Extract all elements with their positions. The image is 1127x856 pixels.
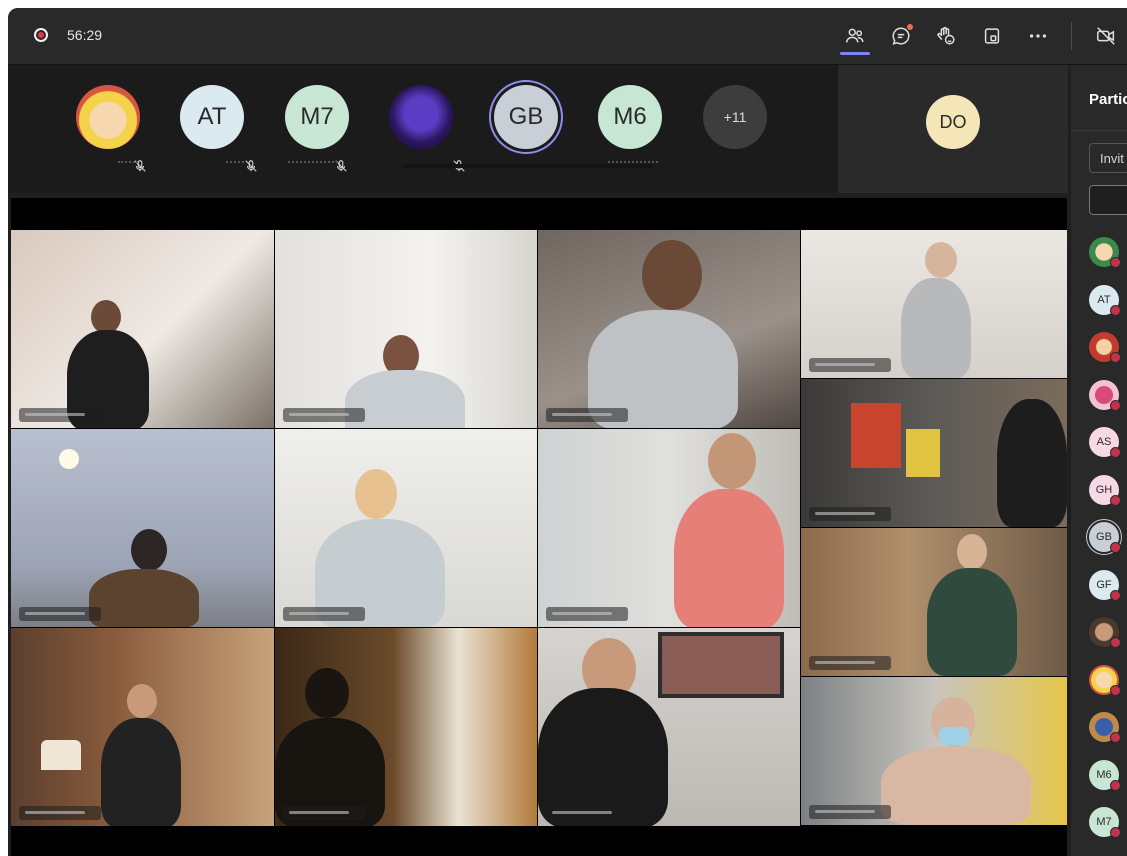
teams-meeting-window: 56:29 AT M7 GB M6 +11 DO Partic Invit AT… bbox=[8, 8, 1127, 856]
name-label bbox=[19, 408, 101, 422]
chat-notification-dot bbox=[907, 24, 913, 30]
participant-avatar-strip: AT M7 GB M6 +11 bbox=[8, 65, 838, 193]
meeting-toolbar: 56:29 bbox=[8, 8, 1127, 65]
name-label bbox=[809, 507, 891, 521]
participant-avatar[interactable]: M6 bbox=[598, 85, 662, 149]
panel-divider bbox=[1071, 130, 1127, 131]
redacted-name bbox=[226, 161, 244, 166]
participant-avatar: DO bbox=[926, 95, 980, 149]
more-participants-button[interactable]: +11 bbox=[703, 85, 767, 149]
participant-avatar-speaking[interactable]: GB bbox=[494, 85, 558, 149]
chat-icon[interactable] bbox=[889, 24, 913, 48]
name-label bbox=[283, 806, 365, 820]
sailor-moon-avatar[interactable] bbox=[76, 85, 140, 149]
participant-photo-avatar[interactable] bbox=[1089, 332, 1121, 363]
participant-avatar[interactable]: AT bbox=[1089, 285, 1121, 316]
camera-off-icon[interactable] bbox=[1094, 24, 1118, 48]
reactions-icon[interactable] bbox=[934, 24, 958, 48]
participant-avatar[interactable]: M6 bbox=[1089, 760, 1121, 791]
participant-photo-avatar[interactable] bbox=[1089, 380, 1121, 411]
name-label bbox=[546, 607, 628, 621]
participant-avatar[interactable]: AS bbox=[1089, 427, 1121, 458]
mic-muted-icon bbox=[244, 159, 260, 175]
rooms-icon[interactable] bbox=[980, 24, 1004, 48]
video-tile[interactable] bbox=[801, 528, 1067, 676]
redacted-name bbox=[608, 161, 658, 166]
participant-avatar[interactable]: AT bbox=[180, 85, 244, 149]
participant-photo-avatar[interactable] bbox=[1089, 665, 1121, 696]
name-label bbox=[809, 358, 891, 372]
video-tile[interactable] bbox=[801, 677, 1067, 825]
audio-only-participant-tile[interactable]: DO bbox=[838, 65, 1068, 193]
toolbar-divider bbox=[1071, 22, 1072, 50]
name-label bbox=[283, 607, 365, 621]
recording-indicator-icon bbox=[34, 28, 48, 42]
name-label bbox=[809, 805, 891, 819]
participant-photo-avatar[interactable] bbox=[1089, 237, 1121, 268]
video-tile[interactable] bbox=[11, 628, 274, 826]
more-icon[interactable] bbox=[1026, 24, 1050, 48]
name-label bbox=[19, 806, 101, 820]
video-tile[interactable] bbox=[801, 379, 1067, 527]
redacted-name bbox=[118, 161, 138, 166]
purple-character-avatar[interactable] bbox=[389, 85, 453, 149]
name-label bbox=[809, 656, 891, 670]
participant-photo-avatar[interactable] bbox=[1089, 712, 1121, 743]
name-label bbox=[19, 607, 101, 621]
video-tile[interactable] bbox=[275, 628, 537, 826]
name-label bbox=[546, 408, 628, 422]
participants-panel: Partic Invit AT AS GH GB GF M6 M7 bbox=[1071, 65, 1127, 856]
call-timer: 56:29 bbox=[67, 27, 103, 43]
participant-avatar[interactable]: GF bbox=[1089, 570, 1121, 601]
video-tile[interactable] bbox=[275, 429, 537, 627]
participant-avatar[interactable]: M7 bbox=[285, 85, 349, 149]
participant-avatar-selected[interactable]: GB bbox=[1089, 522, 1121, 553]
video-tile[interactable] bbox=[801, 230, 1067, 378]
video-tile[interactable] bbox=[538, 230, 800, 428]
video-tile[interactable] bbox=[538, 429, 800, 627]
participant-avatar[interactable]: M7 bbox=[1089, 807, 1121, 838]
name-label bbox=[546, 806, 628, 820]
video-tile[interactable] bbox=[11, 230, 274, 428]
video-tile[interactable] bbox=[11, 429, 274, 627]
video-tile[interactable] bbox=[538, 628, 800, 826]
panel-title: Partic bbox=[1089, 91, 1127, 108]
participant-search-input[interactable] bbox=[1089, 185, 1127, 215]
people-icon[interactable] bbox=[843, 24, 867, 48]
video-tile[interactable] bbox=[275, 230, 537, 428]
invite-button[interactable]: Invit bbox=[1089, 143, 1127, 173]
name-label bbox=[283, 408, 365, 422]
participant-photo-avatar[interactable] bbox=[1089, 617, 1121, 648]
video-gallery bbox=[11, 198, 1067, 856]
participant-avatar[interactable]: GH bbox=[1089, 475, 1121, 506]
redacted-name bbox=[288, 161, 338, 166]
people-tab-active-indicator bbox=[840, 52, 870, 55]
